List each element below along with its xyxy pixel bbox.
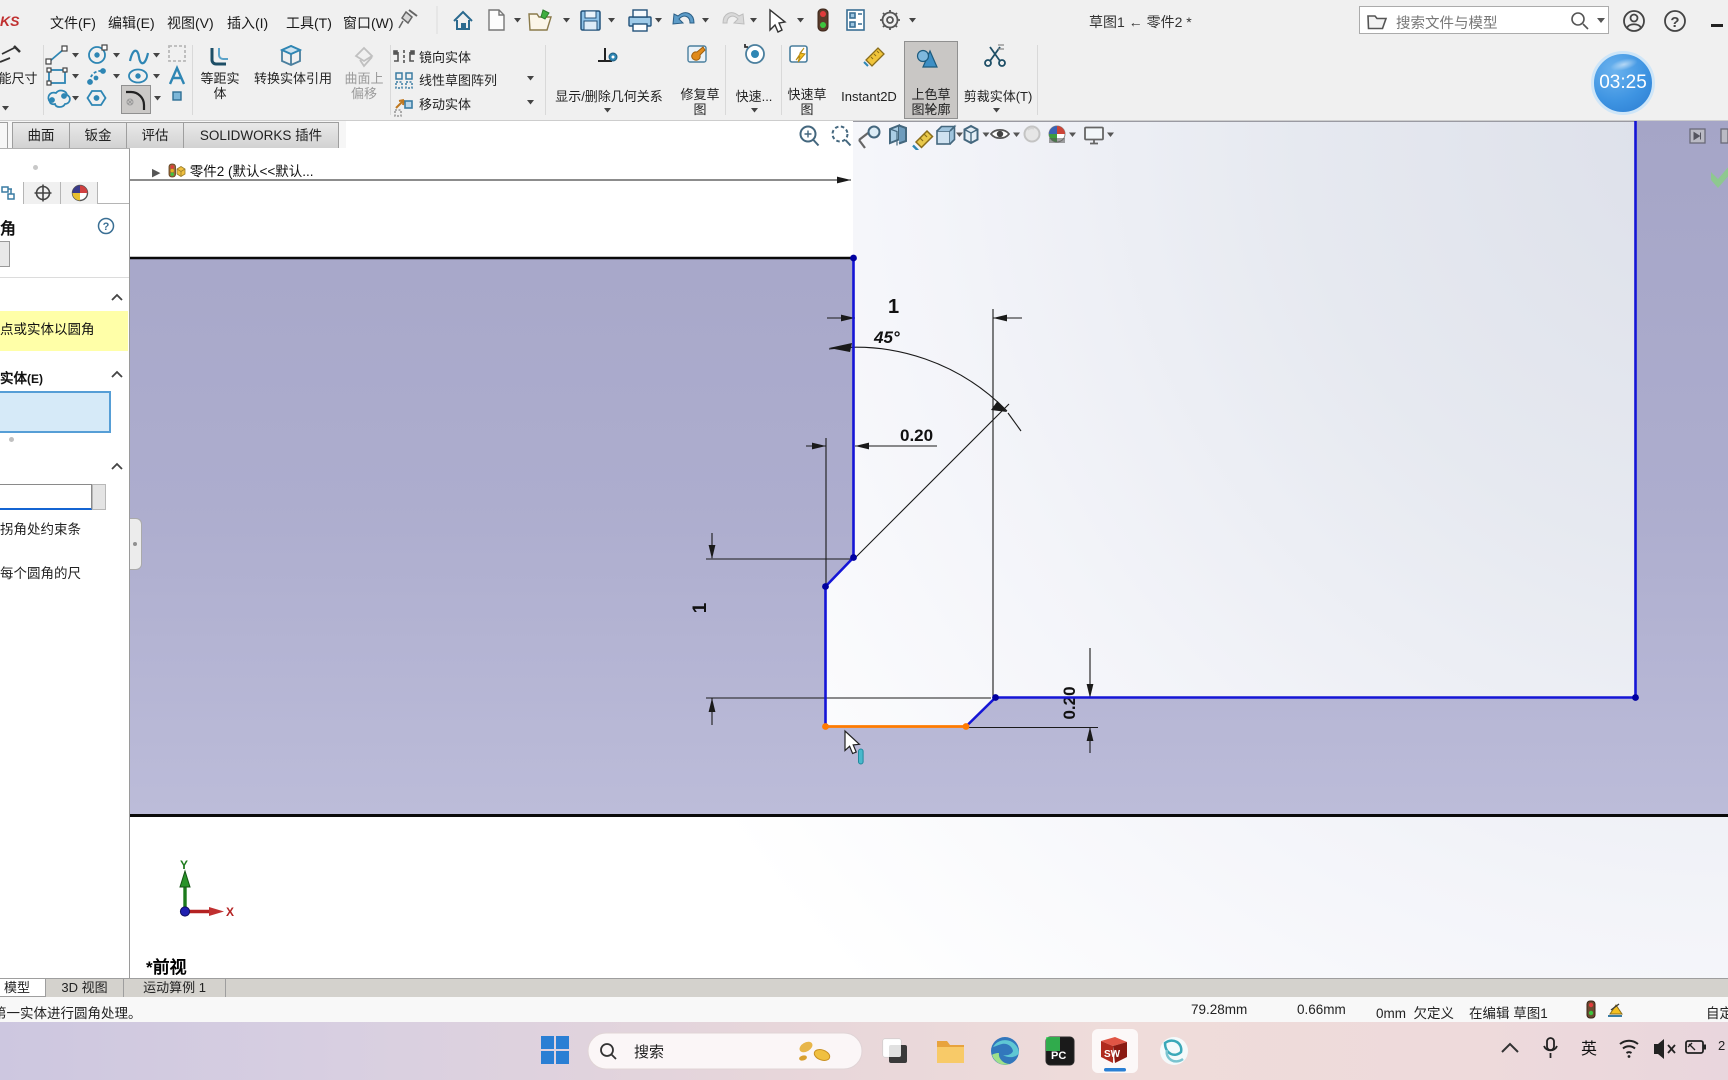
svg-text:搜索: 搜索: [634, 1044, 664, 1061]
svg-text:SW: SW: [1104, 1049, 1121, 1060]
svg-text:45°: 45°: [873, 328, 900, 347]
svg-text:X: X: [226, 905, 234, 919]
svg-text:*前视: *前视: [146, 957, 187, 977]
svg-text:1: 1: [888, 296, 899, 318]
svg-text:0.20: 0.20: [900, 426, 933, 445]
svg-text:0.20: 0.20: [1060, 686, 1079, 719]
svg-text:1: 1: [690, 602, 711, 613]
svg-text:2: 2: [1718, 1038, 1725, 1053]
svg-text:Y: Y: [180, 858, 188, 872]
svg-text:?: ?: [103, 221, 110, 233]
svg-text:英: 英: [1581, 1040, 1597, 1058]
svg-text:?: ?: [1670, 14, 1679, 31]
svg-text:PC: PC: [1051, 1050, 1066, 1062]
